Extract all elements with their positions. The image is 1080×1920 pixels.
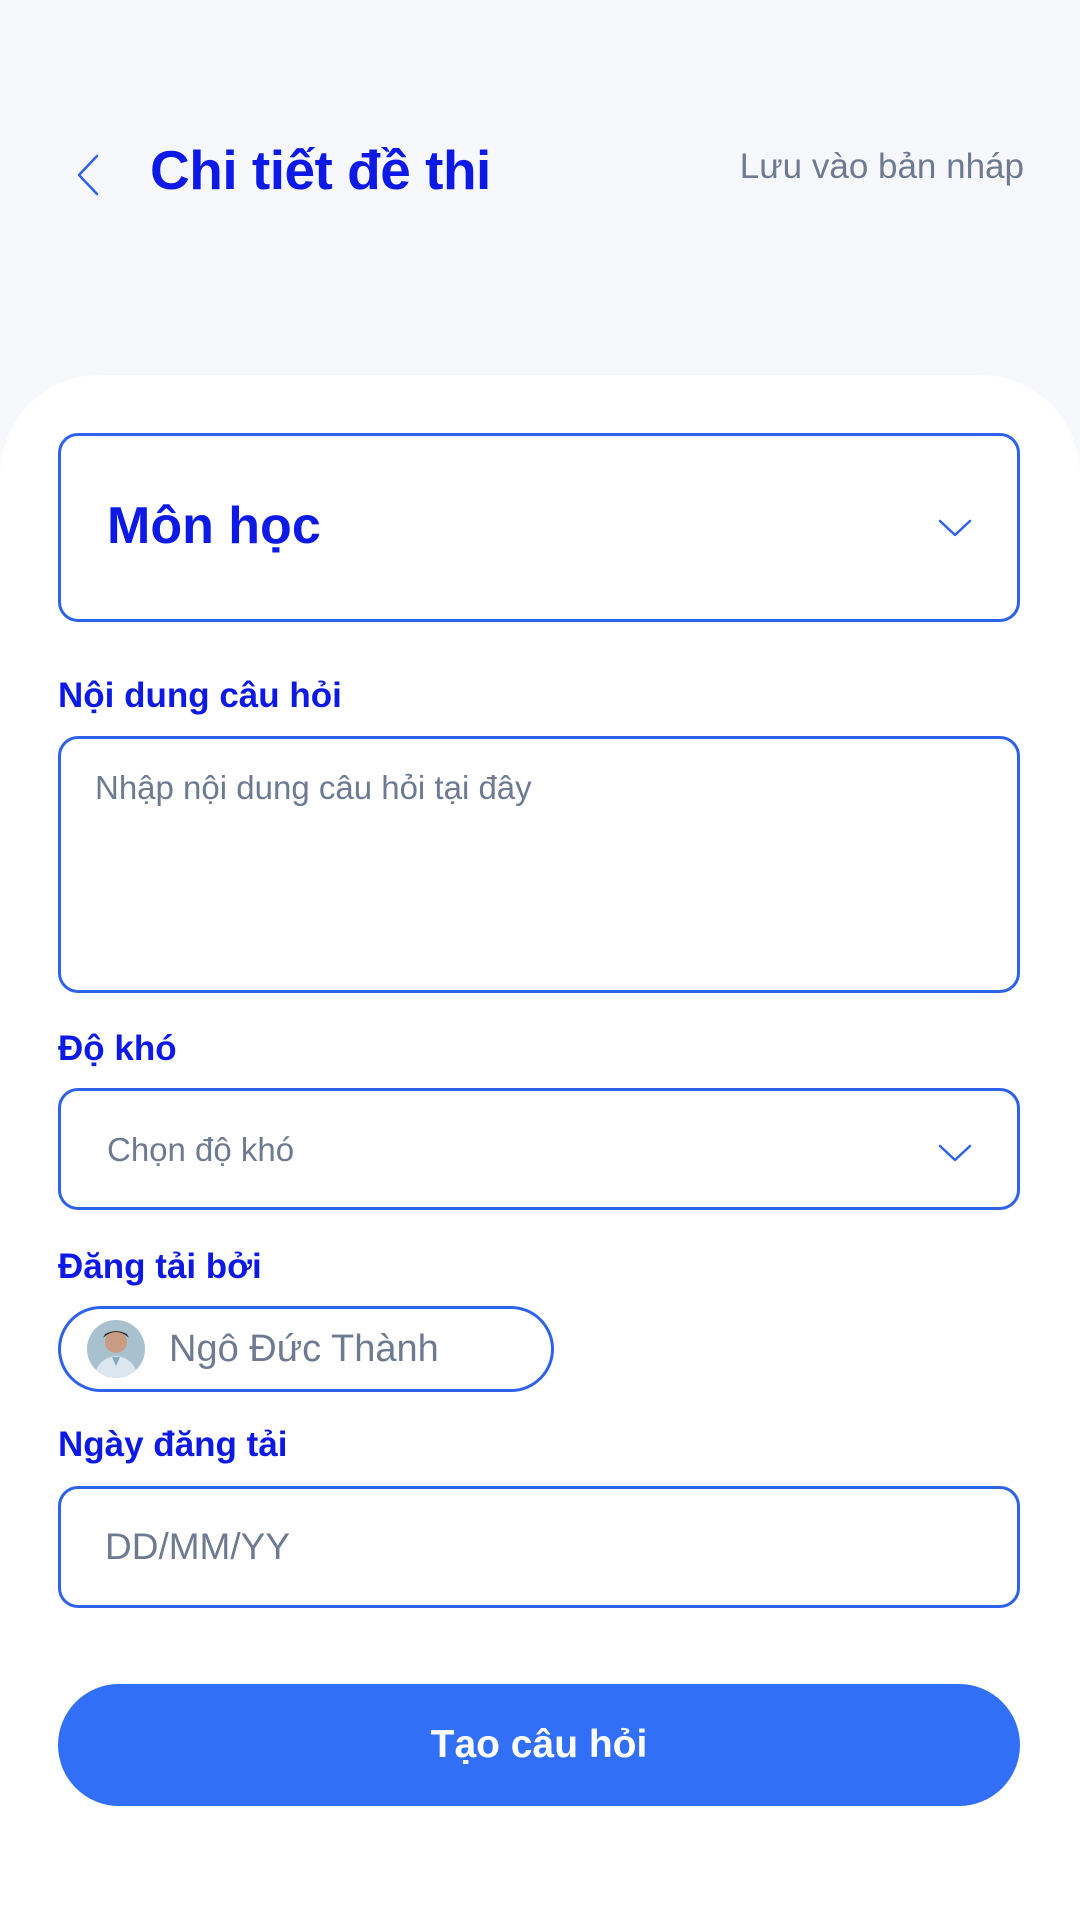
question-content-input[interactable] <box>61 739 1017 990</box>
uploader-name: Ngô Đức Thành <box>169 1328 439 1370</box>
upload-date-field <box>58 1486 1020 1608</box>
chevron-left-icon <box>77 154 99 196</box>
difficulty-placeholder: Chọn độ khó <box>107 1131 295 1168</box>
page-title: Chi tiết đề thi <box>150 139 491 201</box>
subject-dropdown[interactable]: Môn học <box>58 433 1020 622</box>
header: Chi tiết đề thi Lưu vào bản nháp <box>0 0 1080 400</box>
create-question-button[interactable]: Tạo câu hỏi <box>58 1684 1020 1806</box>
save-draft-link[interactable]: Lưu vào bản nháp <box>740 147 1024 187</box>
chevron-down-icon <box>938 519 972 537</box>
upload-date-input[interactable] <box>61 1489 1017 1605</box>
question-content-field <box>58 736 1020 993</box>
avatar <box>87 1320 145 1378</box>
question-content-label: Nội dung câu hỏi <box>58 676 342 715</box>
chevron-down-icon <box>938 1144 972 1162</box>
difficulty-dropdown[interactable]: Chọn độ khó <box>58 1088 1020 1210</box>
difficulty-label: Độ khó <box>58 1029 177 1068</box>
uploaded-by-label: Đăng tải bởi <box>58 1247 262 1286</box>
subject-label: Môn học <box>107 497 321 555</box>
uploader-chip: Ngô Đức Thành <box>58 1306 554 1392</box>
upload-date-label: Ngày đăng tải <box>58 1425 288 1464</box>
back-button[interactable] <box>58 140 118 210</box>
